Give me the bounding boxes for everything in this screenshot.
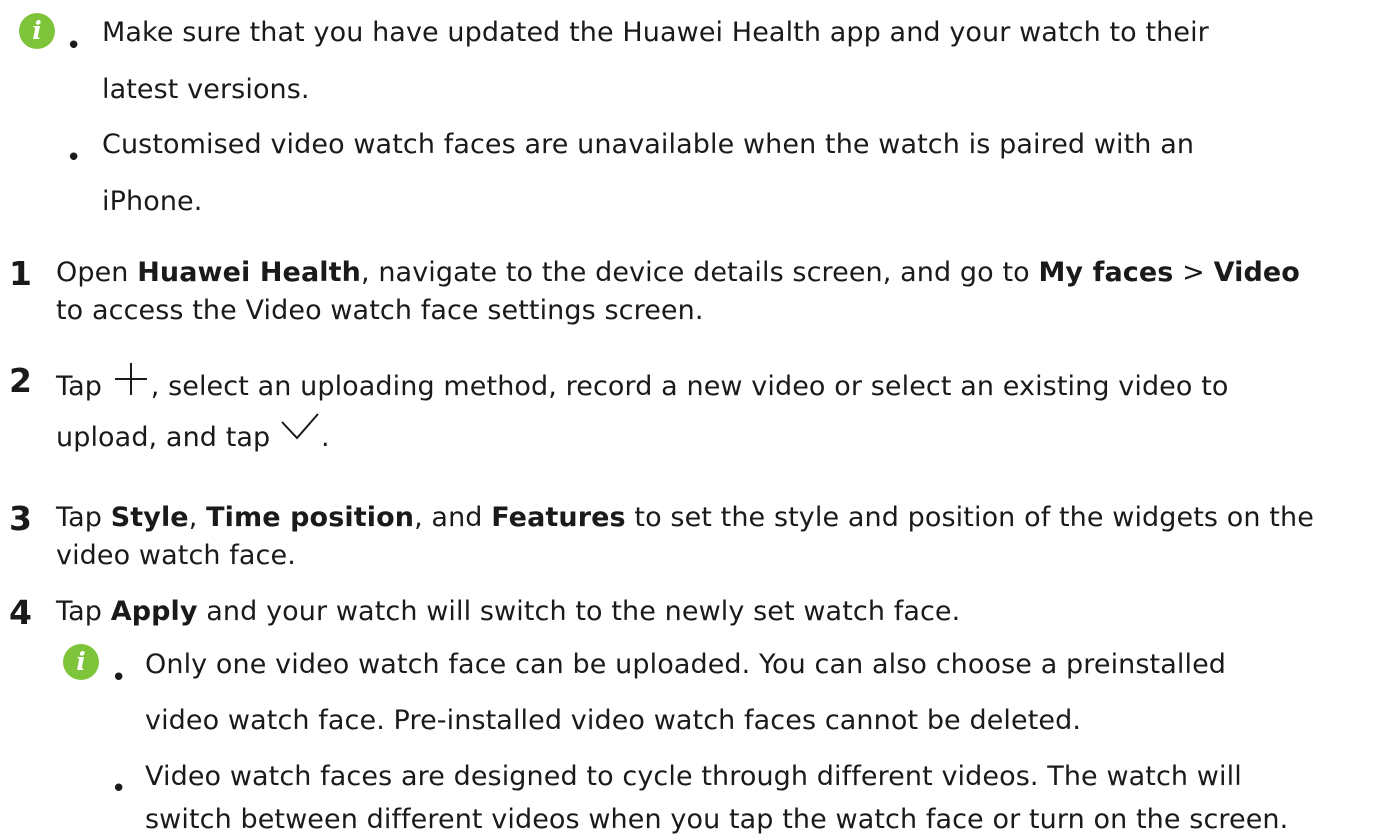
step1-line2: to access the Video watch face settings … [56,295,704,326]
note2-bullet2-line1: Video watch faces are designed to cycle … [145,761,1242,792]
note2-bullet2-line2: switch between different videos when you… [145,804,1289,835]
note1-bullet1-line2: latest versions. [102,74,310,105]
document-page: { "note1": { "icon": "info-icon", "bulle… [0,0,1380,838]
step3-line2: video watch face. [56,540,296,571]
step-number: 3 [9,499,32,538]
checkmark-icon [280,413,320,446]
note1-bullet2-line2: iPhone. [102,186,203,217]
note-info-icon: i [63,644,99,680]
step3-line1: Tap Style, Time position, and Features t… [56,502,1314,533]
step1-line1: Open Huawei Health, navigate to the devi… [56,257,1300,288]
step2-line2: upload, and tap . [56,413,330,453]
note2-bullet1-line2: video watch face. Pre-installed video wa… [145,705,1082,736]
note-info-icon: i [19,13,55,49]
bullet-marker: • [66,143,82,173]
note1-bullet1-line1: Make sure that you have updated the Huaw… [102,17,1209,48]
step-number: 2 [9,361,32,400]
note1-bullet2-line1: Customised video watch faces are unavail… [102,129,1195,160]
step-number: 1 [9,254,32,293]
bullet-marker: • [111,663,127,693]
step2-line1: Tap , select an uploading method, record… [56,363,1229,402]
bullet-marker: • [66,31,82,61]
note2-bullet1-line1: Only one video watch face can be uploade… [145,649,1227,680]
plus-icon [113,363,149,399]
bullet-marker: • [111,774,127,804]
step-number: 4 [9,593,32,632]
step4-line1: Tap Apply and your watch will switch to … [56,596,961,627]
